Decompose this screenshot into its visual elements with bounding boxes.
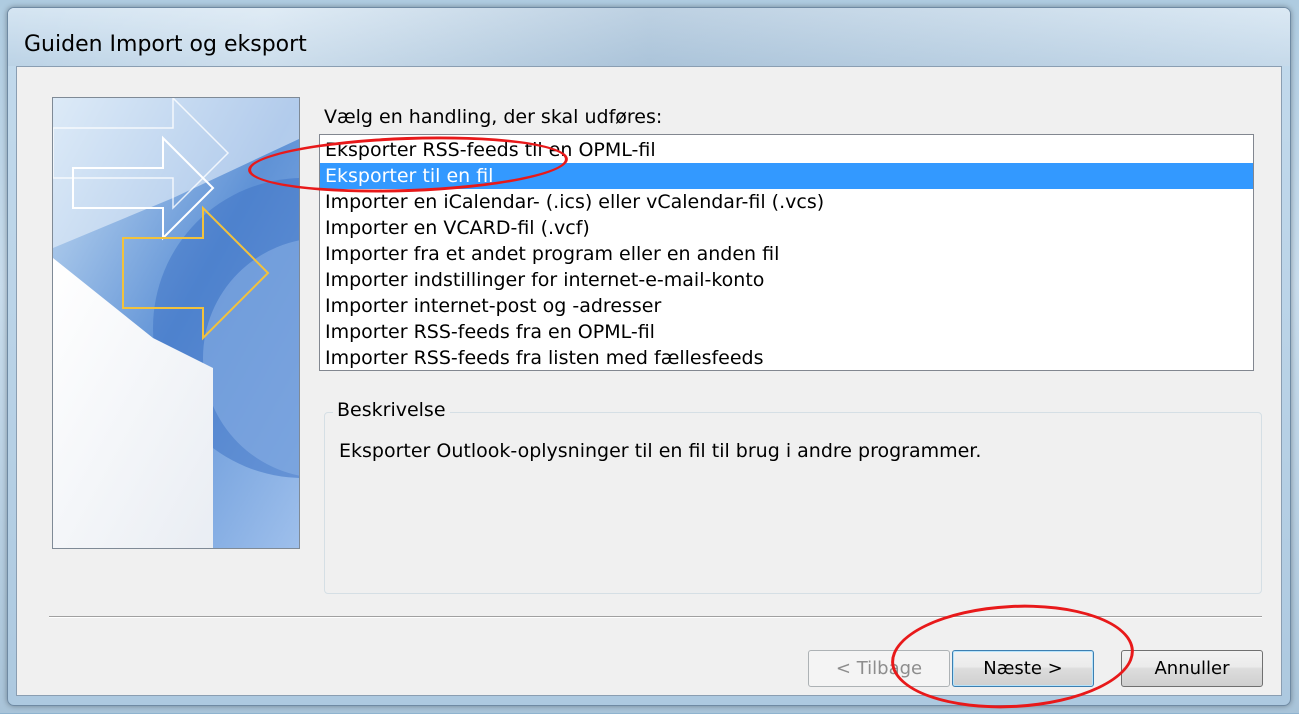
description-text: Eksporter Outlook-oplysninger til en fil… — [339, 440, 982, 462]
list-item[interactable]: Importer RSS-feeds fra listen med fælles… — [320, 345, 1253, 370]
window-title: Guiden Import og eksport — [24, 32, 307, 57]
list-item[interactable]: Importer RSS-feeds fra en OPML-fil — [320, 319, 1253, 345]
button-separator — [49, 616, 1262, 618]
list-item[interactable]: Importer fra et andet program eller en a… — [320, 241, 1253, 267]
list-item[interactable]: Importer en iCalendar- (.ics) eller vCal… — [320, 189, 1253, 215]
title-bar[interactable]: Guiden Import og eksport — [8, 8, 1290, 66]
list-item[interactable]: Importer internet-post og -adresser — [320, 293, 1253, 319]
import-export-arrows-art — [52, 97, 300, 549]
next-button[interactable]: Næste > — [952, 650, 1094, 687]
list-item[interactable]: Importer indstillinger for internet-e-ma… — [320, 267, 1253, 293]
description-caption: Beskrivelse — [333, 399, 450, 421]
list-item-selected[interactable]: Eksporter til en fil — [320, 163, 1253, 189]
list-item[interactable]: Eksporter RSS-feeds til en OPML-fil — [320, 137, 1253, 163]
wizard-client-area: Vælg en handling, der skal udføres: Eksp… — [16, 66, 1282, 696]
import-export-wizard-window: Guiden Import og eksport Vælg en handlin… — [7, 7, 1291, 706]
list-item[interactable]: Importer en VCARD-fil (.vcf) — [320, 215, 1253, 241]
action-prompt-label: Vælg en handling, der skal udføres: — [324, 106, 663, 128]
cancel-button[interactable]: Annuller — [1121, 650, 1263, 687]
action-listbox[interactable]: Eksporter RSS-feeds til en OPML-fil Eksp… — [319, 134, 1254, 371]
back-button[interactable]: < Tilbage — [808, 650, 950, 687]
